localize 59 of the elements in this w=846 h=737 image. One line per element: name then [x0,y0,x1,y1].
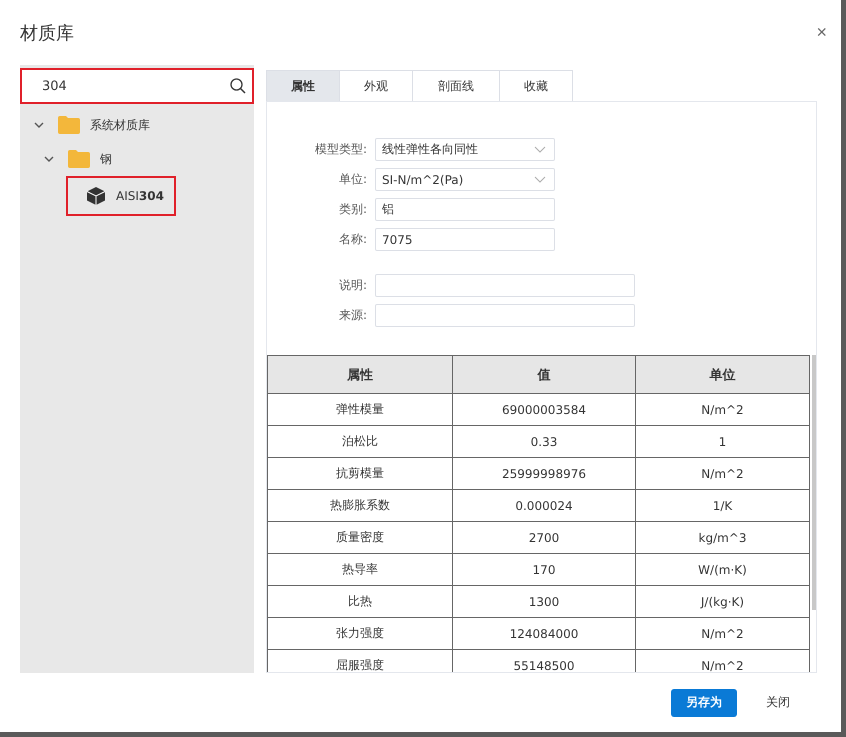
dropdown-field[interactable]: SI-N/m^2(Pa) [375,168,555,191]
table-cell: 1/K [636,490,810,522]
input-field[interactable]: 7075 [375,228,555,251]
chevron-icon [534,176,546,184]
field-label: 说明: [338,277,367,294]
close-button[interactable]: × [816,22,827,43]
dropdown-field[interactable]: 线性弹性各向同性 [375,138,555,161]
save-as-button[interactable]: 另存为 [671,688,737,716]
table-cell: 0.33 [452,426,636,458]
search-field[interactable]: 304 [20,68,254,104]
cube-icon [86,186,106,206]
table-cell: 0.000024 [452,490,636,522]
folder-icon [68,150,90,168]
table-cell: 热膨胀系数 [268,490,452,522]
scrollbar[interactable] [812,355,816,610]
field-label: 单位: [338,171,367,188]
chevron-icon[interactable] [44,154,54,164]
table-cell: 1300 [452,586,636,618]
table-cell: N/m^2 [636,394,810,426]
table-cell: 124084000 [452,618,636,650]
field-label: 类别: [338,201,367,218]
table-cell: J/(kg·K) [636,586,810,618]
table-cell: 1 [636,426,810,458]
table-cell: W/(m·K) [636,554,810,586]
field-label: 模型类型: [314,141,367,158]
table-cell: 2700 [452,522,636,554]
column-header: 单位 [636,356,810,394]
table-cell: 170 [452,554,636,586]
input-field[interactable] [375,304,635,327]
tree-item[interactable]: AISI304 [66,176,176,216]
chevron-icon [534,146,546,154]
column-header: 属性 [268,356,452,394]
window-title: 材质库 [20,22,74,44]
table-cell: kg/m^3 [636,522,810,554]
input-field[interactable]: 铝 [375,198,555,221]
field-label: 名称: [338,231,367,248]
table-cell: 弹性模量 [268,394,452,426]
chevron-icon[interactable] [34,120,44,130]
tree-item[interactable]: 钢 [38,142,120,176]
table-cell: N/m^2 [636,458,810,490]
table-cell: 泊松比 [268,426,452,458]
tab[interactable]: 收藏 [499,70,573,101]
input-field[interactable] [375,274,635,297]
table-cell: 抗剪模量 [268,458,452,490]
table-cell: 热导率 [268,554,452,586]
column-header: 值 [452,356,636,394]
search-icon[interactable] [230,78,246,94]
table-cell: 比热 [268,586,452,618]
table-cell: N/m^2 [636,618,810,650]
close-button[interactable]: 关闭 [745,688,811,716]
tree-item[interactable]: 系统材质库 [28,108,158,142]
table-cell: 屈服强度 [268,650,452,672]
table-cell: 张力强度 [268,618,452,650]
field-label: 来源: [338,307,367,324]
folder-icon [58,116,80,134]
tab[interactable]: 属性 [266,70,340,101]
table-cell: 25999998976 [452,458,636,490]
table-cell: 质量密度 [268,522,452,554]
table-cell: 69000003584 [452,394,636,426]
